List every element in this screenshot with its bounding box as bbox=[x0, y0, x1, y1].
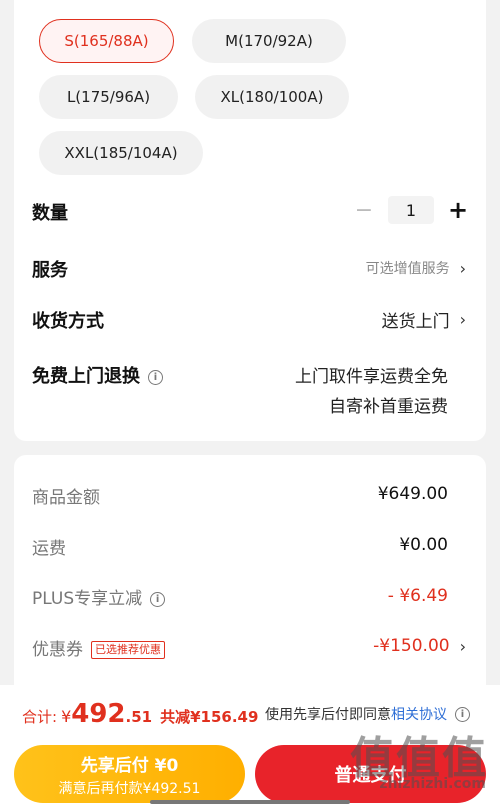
plus-discount-value: - ¥6.49 bbox=[387, 586, 448, 606]
free-return-label: 免费上门退换 i bbox=[32, 362, 163, 388]
coupon-text: 优惠券 bbox=[32, 640, 83, 660]
price-summary-card: 商品金额 ¥649.00 运费 ¥0.00 PLUS专享立减 i - ¥6.49 … bbox=[14, 455, 486, 685]
pay-later-subtitle: 满意后再付款¥492.51 bbox=[58, 780, 201, 797]
decrease-button[interactable]: − bbox=[354, 198, 374, 223]
size-option-xxl[interactable]: XXL(185/104A) bbox=[39, 131, 203, 175]
agreement-link[interactable]: 相关协议 bbox=[391, 704, 447, 724]
size-option-xl[interactable]: XL(180/100A) bbox=[195, 75, 349, 119]
quantity-label: 数量 bbox=[32, 203, 68, 224]
size-option-s[interactable]: S(165/88A) bbox=[39, 19, 174, 63]
total-price: 合计: ¥ 492 .51 共减¥156.49 bbox=[22, 699, 258, 729]
increase-button[interactable]: + bbox=[448, 196, 468, 224]
shipping-value: ¥0.00 bbox=[399, 535, 448, 555]
total-decimal: .51 bbox=[125, 708, 153, 726]
coupon-selector[interactable]: -¥150.00 › bbox=[373, 636, 466, 656]
goods-amount-label: 商品金额 bbox=[32, 488, 100, 508]
chevron-right-icon: › bbox=[459, 310, 466, 329]
agreement-text: 使用先享后付即同意 bbox=[265, 707, 391, 723]
chevron-right-icon: › bbox=[459, 258, 466, 278]
info-icon[interactable]: i bbox=[455, 706, 470, 722]
plus-discount-text: PLUS专享立减 bbox=[32, 589, 143, 609]
free-return-detail: 上门取件享运费全免 自寄补首重运费 bbox=[295, 362, 448, 422]
info-icon[interactable]: i bbox=[148, 369, 163, 385]
pay-later-button[interactable]: 先享后付 ¥0 满意后再付款¥492.51 bbox=[14, 745, 245, 803]
free-return-text: 免费上门退换 bbox=[32, 366, 140, 387]
goods-amount-value: ¥649.00 bbox=[377, 484, 448, 504]
info-icon[interactable]: i bbox=[150, 591, 166, 607]
quantity-input[interactable]: 1 bbox=[388, 196, 434, 224]
size-option-m[interactable]: M(170/92A) bbox=[192, 19, 346, 63]
home-indicator[interactable] bbox=[150, 800, 350, 804]
free-return-line2: 自寄补首重运费 bbox=[329, 397, 448, 417]
total-integer: 492 bbox=[71, 699, 126, 729]
delivery-label: 收货方式 bbox=[32, 311, 104, 332]
size-option-l[interactable]: L(175/96A) bbox=[39, 75, 178, 119]
agreement-notice: 使用先享后付即同意 相关协议 i bbox=[265, 704, 470, 724]
plus-discount-label: PLUS专享立减 i bbox=[32, 584, 166, 609]
quantity-stepper: − 1 + bbox=[354, 196, 468, 224]
service-label: 服务 bbox=[32, 260, 68, 281]
free-return-line1: 上门取件享运费全免 bbox=[295, 367, 448, 387]
coupon-value: -¥150.00 bbox=[373, 636, 450, 656]
total-saved: 共减¥156.49 bbox=[160, 708, 259, 726]
shipping-label: 运费 bbox=[32, 539, 66, 559]
service-value: 可选增值服务 bbox=[365, 261, 450, 277]
coupon-tag: 已选推荐优惠 bbox=[91, 641, 165, 659]
delivery-value: 送货上门 bbox=[381, 312, 450, 332]
total-label: 合计: bbox=[22, 708, 58, 726]
service-selector[interactable]: 可选增值服务 › bbox=[366, 258, 466, 278]
total-currency: ¥ bbox=[61, 707, 72, 726]
chevron-right-icon: › bbox=[459, 636, 466, 656]
coupon-label: 优惠券 已选推荐优惠 bbox=[32, 635, 165, 660]
spec-card: S(165/88A) M(170/92A) L(175/96A) XL(180/… bbox=[14, 0, 486, 441]
delivery-selector[interactable]: 送货上门 › bbox=[382, 307, 466, 332]
watermark-url: zhizhizhi.com bbox=[379, 776, 486, 792]
pay-later-title: 先享后付 ¥0 bbox=[80, 755, 179, 776]
